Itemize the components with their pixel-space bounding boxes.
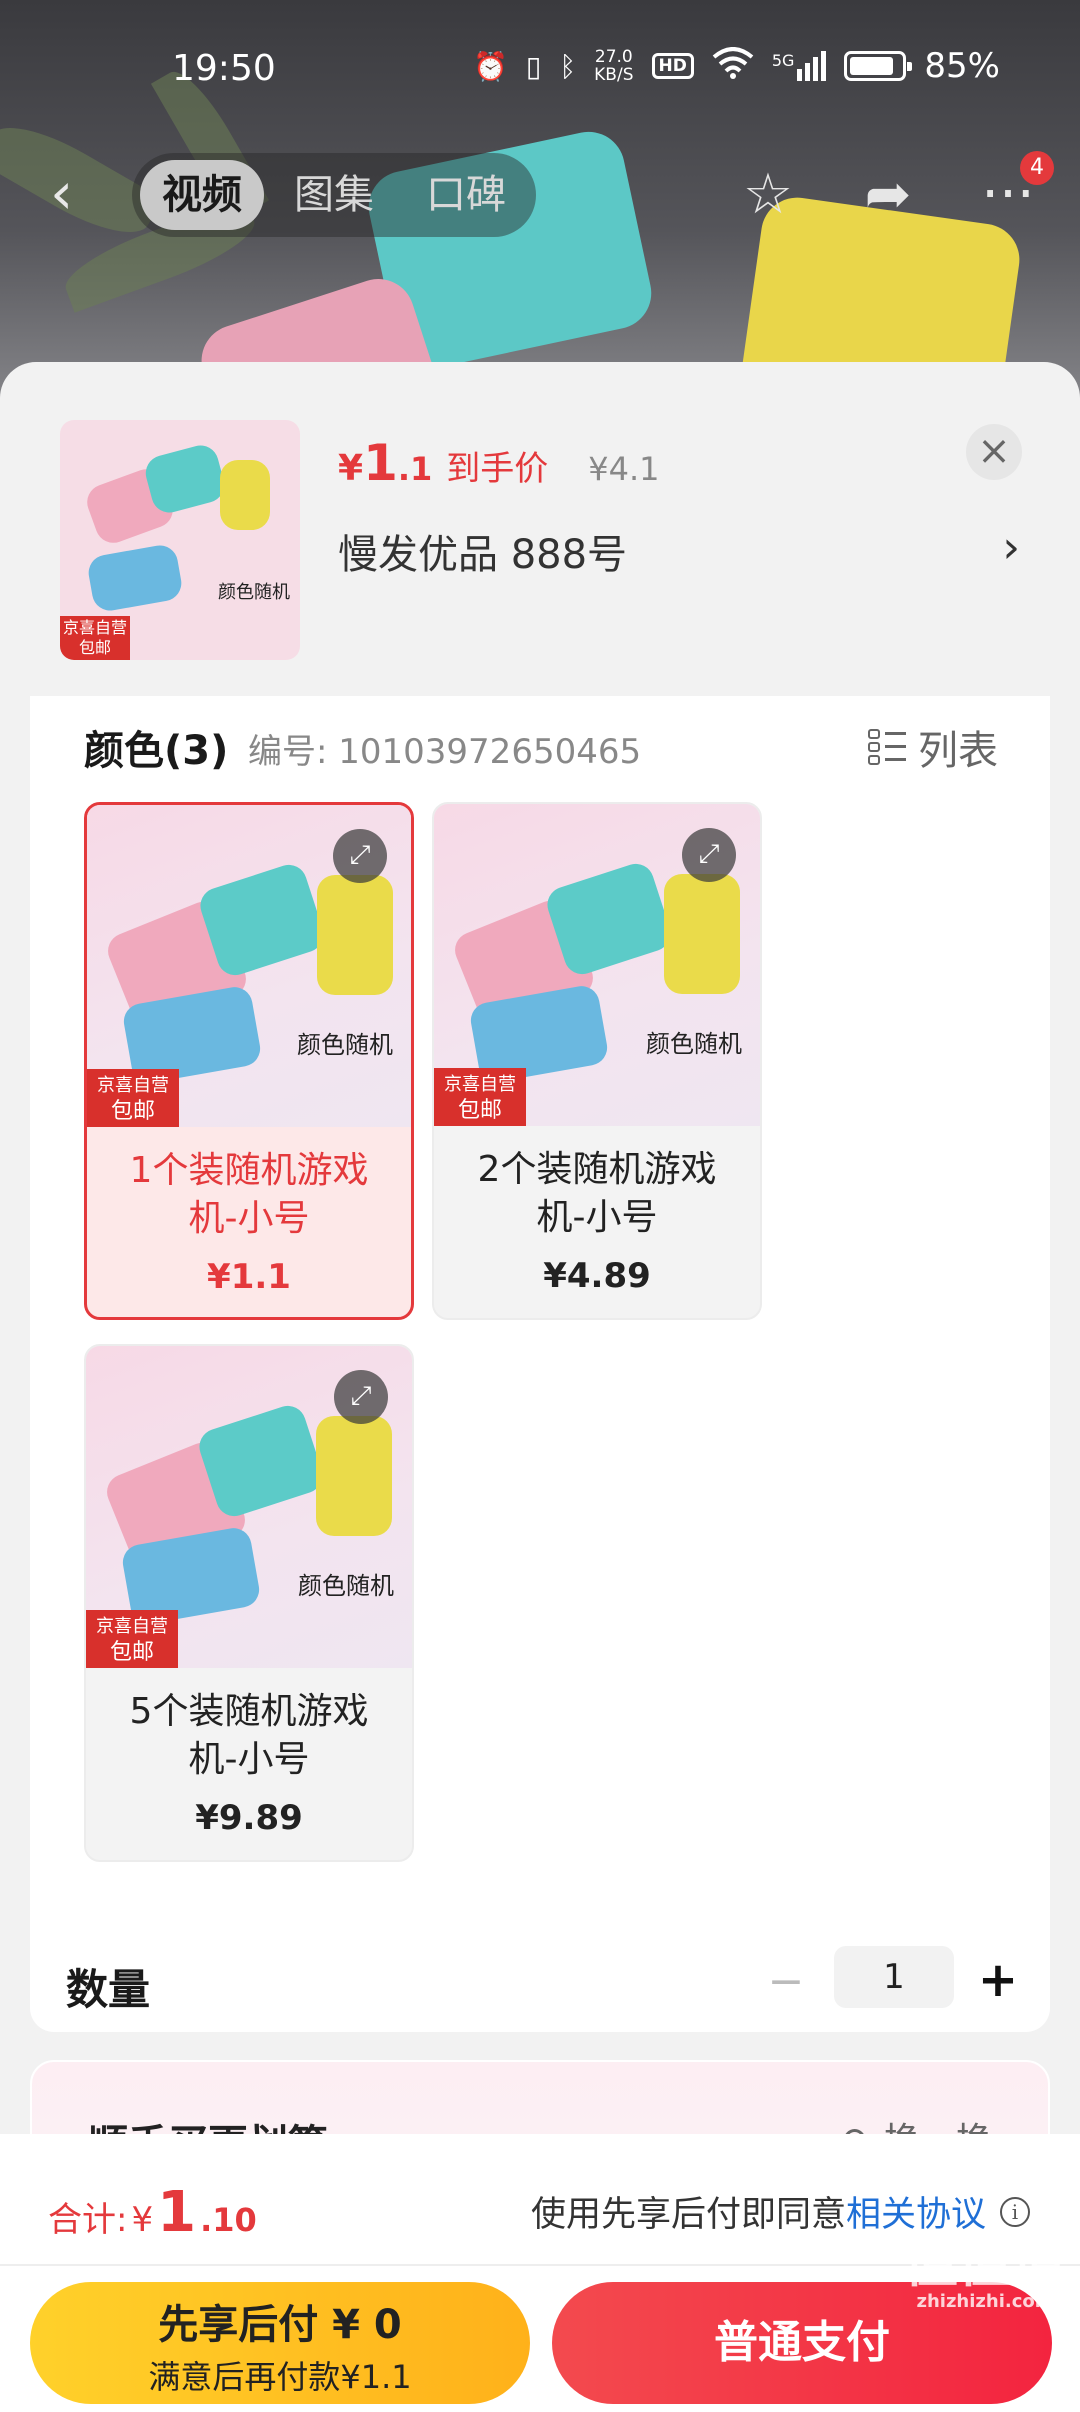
more-badge: 4 [1020,151,1054,185]
shipping-info[interactable]: 慢发优品 888号 [338,522,627,580]
quantity-input[interactable]: 1 [834,1946,954,2008]
spec-code: 编号: 10103972650465 [248,732,642,772]
top-nav: ‹ 视频 图集 口碑 ☆ ➦ ··· 4 [0,145,1080,245]
share-icon[interactable]: ➦ [856,163,920,227]
quantity-stepper: 数量 − 1 + [30,1940,1050,2024]
back-arrow-icon[interactable]: ‹ [50,164,110,225]
variant-price: ¥4.89 [543,1256,651,1296]
product-thumbnail[interactable]: 颜色随机 京喜自营 包邮 [60,420,300,660]
signal-5g-icon: 5G [772,51,827,81]
variant-price: ¥9.89 [195,1798,303,1838]
product-summary: 颜色随机 京喜自营 包邮 ¥1.1 到手价 ¥4.1 慢发优品 888号 › × [0,362,1080,692]
quantity-label: 数量 [66,1965,151,2014]
variant-option-1[interactable]: 颜色随机 ⤢ 京喜自营 包邮 1个装随机游戏机-小号 ¥1.1 [84,802,414,1320]
final-price: ¥1.1 [338,434,433,492]
price-line: ¥1.1 到手价 ¥4.1 [338,434,660,492]
alarm-icon: ⏰ [473,49,508,83]
close-icon[interactable]: × [966,424,1022,480]
more-icon[interactable]: ··· 4 [976,151,1054,227]
variant-caption: 颜色随机 [297,1031,393,1059]
net-speed: 27.0 KB/S [594,47,634,85]
variant-image: 颜色随机 ⤢ 京喜自营 包邮 [87,805,411,1127]
variant-image: 颜色随机 ⤢ 京喜自营 包邮 [86,1346,412,1668]
hd-icon: HD [651,53,694,79]
wifi-icon [712,46,754,86]
thumb-caption: 颜色随机 [218,582,290,603]
decrease-button[interactable]: − [756,1952,816,2012]
expand-icon[interactable]: ⤢ [333,829,387,883]
increase-button[interactable]: + [968,1950,1028,2010]
variant-caption: 颜色随机 [298,1572,394,1600]
tab-video[interactable]: 视频 [140,160,264,230]
bluetooth-icon: ᛒ [559,49,577,83]
product-media-background: 19:50 ⏰ ▯ ᛒ 27.0 KB/S HD 5G 85% ‹ 视频 图集 口… [0,0,1080,420]
list-icon [868,728,906,766]
list-view-toggle[interactable]: 列表 [868,718,998,776]
variant-caption: 颜色随机 [646,1030,742,1058]
variant-name: 2个装随机游戏机-小号 [477,1149,717,1238]
variant-price: ¥1.1 [207,1257,291,1297]
jingxi-tag: 京喜自营 包邮 [87,1069,179,1127]
jingxi-tag: 京喜自营 包邮 [434,1068,526,1126]
media-tabs: 视频 图集 口碑 [132,153,536,237]
vibrate-icon: ▯ [525,49,542,83]
spec-card: 颜色(3) 编号: 10103972650465 列表 颜色随机 ⤢ 京喜自营包… [30,696,1050,2032]
original-price: ¥4.1 [588,450,660,488]
variant-name: 5个装随机游戏机-小号 [129,1691,369,1780]
site-watermark: 值值值 zhizhizhi.com [904,2231,1066,2312]
expand-icon[interactable]: ⤢ [334,1370,388,1424]
status-bar: 19:50 ⏰ ▯ ᛒ 27.0 KB/S HD 5G 85% [0,0,1080,140]
expand-icon[interactable]: ⤢ [682,828,736,882]
spec-selection-sheet: 颜色随机 京喜自营 包邮 ¥1.1 到手价 ¥4.1 慢发优品 888号 › × … [0,362,1080,2412]
variant-name: 1个装随机游戏机-小号 [129,1150,369,1239]
pay-later-button[interactable]: 先享后付 ¥ 0 满意后再付款¥1.1 [30,2282,530,2404]
final-price-label: 到手价 [446,449,549,489]
star-icon[interactable]: ☆ [736,163,800,227]
jingxi-tag: 京喜自营 包邮 [86,1610,178,1668]
tab-reviews[interactable]: 口碑 [404,160,528,230]
tab-gallery[interactable]: 图集 [272,160,396,230]
chevron-right-icon[interactable]: › [1002,522,1020,573]
agreement-text: 使用先享后付即同意 [530,2195,846,2235]
list-toggle-label: 列表 [918,728,998,774]
variant-option-2[interactable]: 颜色随机 ⤢ 京喜自营 包邮 2个装随机游戏机-小号 ¥4.89 [432,802,762,1320]
spec-title: 颜色(3) [84,728,229,774]
battery-icon [844,51,913,81]
order-total: 合计: ¥1.10 [48,2180,257,2245]
battery-percent: 85% [924,46,1000,86]
thumb-tag: 京喜自营 包邮 [60,616,130,660]
variant-option-3[interactable]: 颜色随机 ⤢ 京喜自营 包邮 5个装随机游戏机-小号 ¥9.89 [84,1344,414,1862]
variant-image: 颜色随机 ⤢ 京喜自营 包邮 [434,804,760,1126]
status-time: 19:50 [172,48,276,89]
